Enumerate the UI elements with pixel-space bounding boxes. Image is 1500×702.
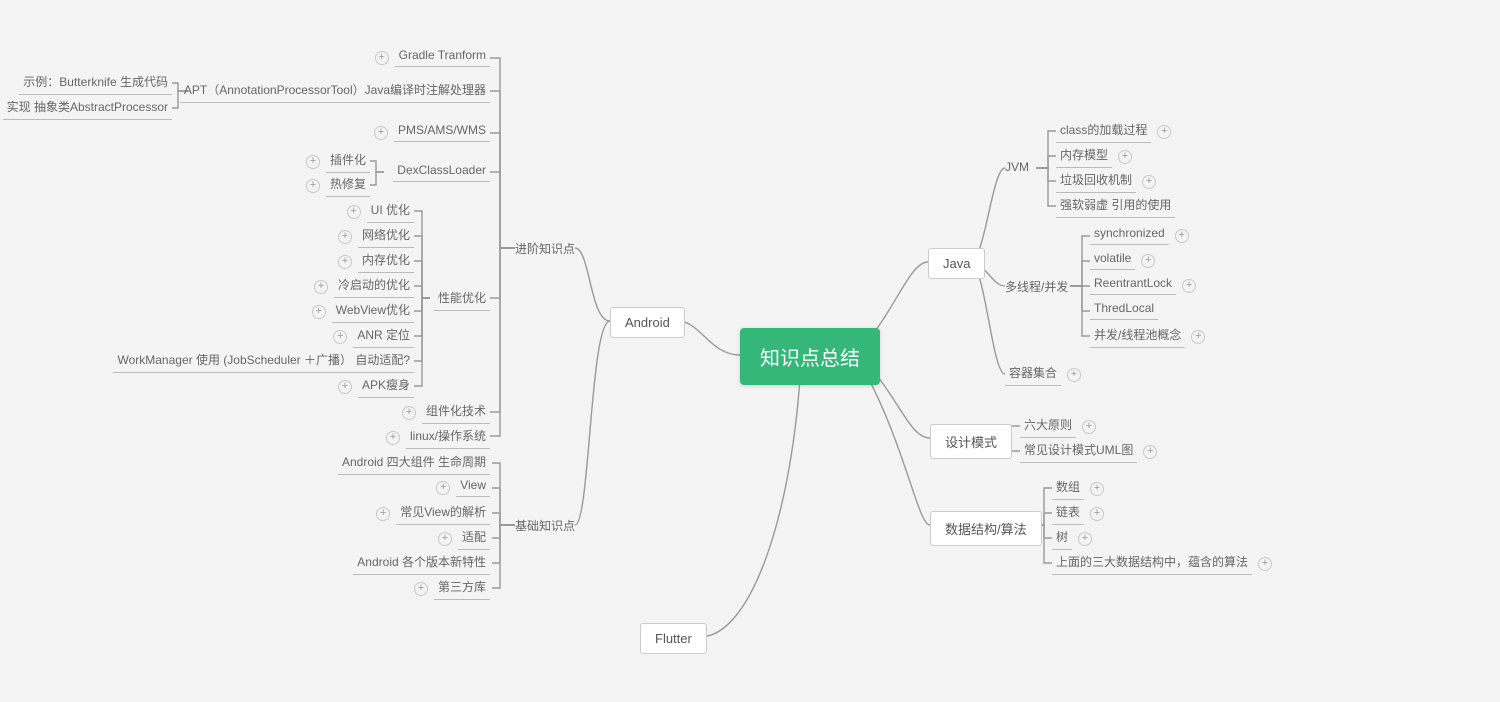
- expand-icon[interactable]: +: [1090, 507, 1104, 521]
- node-dex-plugin[interactable]: +插件化: [302, 151, 370, 173]
- expand-icon[interactable]: +: [338, 230, 352, 244]
- expand-icon[interactable]: +: [375, 51, 389, 65]
- expand-icon[interactable]: +: [1078, 532, 1092, 546]
- node-java[interactable]: Java: [928, 248, 985, 279]
- node-basic-view[interactable]: +View: [432, 478, 490, 497]
- expand-icon[interactable]: +: [386, 431, 400, 445]
- node-ds-tree[interactable]: 树+: [1052, 528, 1096, 550]
- root-node[interactable]: 知识点总结: [740, 328, 880, 385]
- expand-icon[interactable]: +: [1191, 330, 1205, 344]
- node-advanced[interactable]: 进阶知识点: [515, 240, 575, 257]
- expand-icon[interactable]: +: [1067, 368, 1081, 382]
- expand-icon[interactable]: +: [414, 582, 428, 596]
- node-jvm-class[interactable]: class的加载过程+: [1056, 121, 1175, 143]
- mindmap-stage: 知识点总结 Android Flutter 进阶知识点 基础知识点 +Gradl…: [0, 0, 1500, 702]
- node-basic-ver[interactable]: Android 各个版本新特性: [353, 553, 490, 575]
- expand-icon[interactable]: +: [436, 481, 450, 495]
- expand-icon[interactable]: +: [1157, 125, 1171, 139]
- expand-icon[interactable]: +: [338, 255, 352, 269]
- node-ds-linked[interactable]: 链表+: [1052, 503, 1108, 525]
- node-pms[interactable]: +PMS/AMS/WMS: [370, 123, 490, 142]
- node-perf-web[interactable]: +WebView优化: [308, 301, 414, 323]
- expand-icon[interactable]: +: [438, 532, 452, 546]
- node-jvm-mem[interactable]: 内存模型+: [1056, 146, 1136, 168]
- node-apt-ex1[interactable]: 示例：Butterknife 生成代码: [19, 73, 172, 95]
- expand-icon[interactable]: +: [333, 330, 347, 344]
- expand-icon[interactable]: +: [402, 406, 416, 420]
- node-perf-mem[interactable]: +内存优化: [334, 251, 414, 273]
- expand-icon[interactable]: +: [312, 305, 326, 319]
- node-jvm-ref[interactable]: 强软弱虚 引用的使用: [1056, 196, 1175, 218]
- expand-icon[interactable]: +: [1258, 557, 1272, 571]
- expand-icon[interactable]: +: [306, 179, 320, 193]
- node-dex-hotfix[interactable]: +热修复: [302, 175, 370, 197]
- node-thread-relock[interactable]: ReentrantLock+: [1090, 276, 1200, 295]
- expand-icon[interactable]: +: [374, 126, 388, 140]
- expand-icon[interactable]: +: [1142, 175, 1156, 189]
- expand-icon[interactable]: +: [338, 380, 352, 394]
- node-perf-net[interactable]: +网络优化: [334, 226, 414, 248]
- node-perf-work[interactable]: WorkManager 使用 (JobScheduler ＋广播） 自动适配?: [113, 351, 414, 373]
- expand-icon[interactable]: +: [1143, 445, 1157, 459]
- node-jvm[interactable]: JVM: [1005, 160, 1029, 174]
- node-thread-vol[interactable]: volatile+: [1090, 251, 1159, 270]
- node-ds-alg[interactable]: 上面的三大数据结构中，蕴含的算法+: [1052, 553, 1276, 575]
- expand-icon[interactable]: +: [1118, 150, 1132, 164]
- node-pattern[interactable]: 设计模式: [930, 424, 1012, 459]
- node-perf-apk[interactable]: +APK瘦身: [334, 376, 414, 398]
- node-perf-cold[interactable]: +冷启动的优化: [310, 276, 414, 298]
- expand-icon[interactable]: +: [347, 205, 361, 219]
- node-pattern-principle[interactable]: 六大原则+: [1020, 416, 1100, 438]
- node-apt-ex2[interactable]: 实现 抽象类AbstractProcessor: [3, 98, 172, 120]
- node-jvm-gc[interactable]: 垃圾回收机制+: [1056, 171, 1160, 193]
- node-thread-pool[interactable]: 并发/线程池概念+: [1090, 326, 1209, 348]
- node-ds-array[interactable]: 数组+: [1052, 478, 1108, 500]
- node-basic-comp[interactable]: Android 四大组件 生命周期: [338, 453, 490, 475]
- expand-icon[interactable]: +: [306, 155, 320, 169]
- node-android[interactable]: Android: [610, 307, 685, 338]
- node-perf-ui[interactable]: +UI 优化: [343, 201, 414, 223]
- node-pattern-uml[interactable]: 常见设计模式UML图+: [1020, 441, 1161, 463]
- node-basic-commonview[interactable]: +常见View的解析: [372, 503, 490, 525]
- node-apt[interactable]: APT（AnnotationProcessorTool）Java编译时注解处理器: [180, 81, 490, 103]
- expand-icon[interactable]: +: [1182, 279, 1196, 293]
- node-perf[interactable]: 性能优化: [434, 289, 490, 311]
- node-basic[interactable]: 基础知识点: [515, 517, 575, 534]
- expand-icon[interactable]: +: [1175, 229, 1189, 243]
- expand-icon[interactable]: +: [1141, 254, 1155, 268]
- expand-icon[interactable]: +: [376, 507, 390, 521]
- node-thread[interactable]: 多线程/并发: [1005, 278, 1068, 295]
- node-flutter[interactable]: Flutter: [640, 623, 707, 654]
- expand-icon[interactable]: +: [314, 280, 328, 294]
- node-collection[interactable]: 容器集合+: [1005, 364, 1085, 386]
- node-dex[interactable]: DexClassLoader: [393, 163, 490, 182]
- node-basic-fit[interactable]: +适配: [434, 528, 490, 550]
- node-perf-anr[interactable]: +ANR 定位: [329, 326, 414, 348]
- node-modular[interactable]: +组件化技术: [398, 402, 490, 424]
- node-basic-lib[interactable]: +第三方库: [410, 578, 490, 600]
- node-thread-sync[interactable]: synchronized+: [1090, 226, 1193, 245]
- node-gradle[interactable]: +Gradle Tranform: [371, 48, 490, 67]
- node-linux[interactable]: +linux/操作系统: [382, 427, 490, 449]
- node-thread-tlocal[interactable]: ThredLocal: [1090, 301, 1158, 320]
- expand-icon[interactable]: +: [1082, 420, 1096, 434]
- expand-icon[interactable]: +: [1090, 482, 1104, 496]
- node-ds[interactable]: 数据结构/算法: [930, 511, 1042, 546]
